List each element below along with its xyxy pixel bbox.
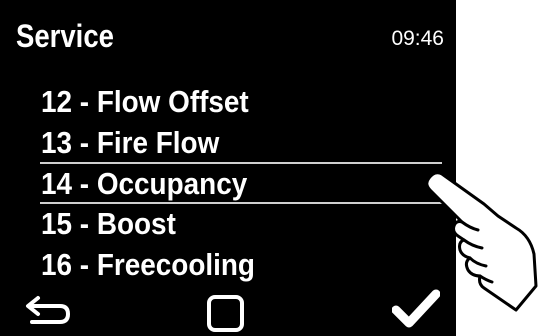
menu-item-fire-flow[interactable]: 13 - Fire Flow: [41, 127, 219, 158]
square-icon: [207, 295, 244, 332]
home-button[interactable]: [206, 294, 246, 334]
clock: 09:46: [391, 27, 444, 50]
selection-bottom-line: [40, 202, 442, 204]
page-title: Service: [16, 18, 114, 54]
pointing-hand-icon: [420, 170, 538, 325]
back-arrow-icon: [26, 296, 71, 324]
selection-top-line: [40, 162, 442, 164]
back-button[interactable]: [24, 290, 76, 330]
device-screen: Service 09:46 12 - Flow Offset 13 - Fire…: [0, 0, 456, 336]
menu-item-occupancy[interactable]: 14 - Occupancy: [41, 168, 247, 199]
menu-item-boost[interactable]: 15 - Boost: [41, 208, 176, 239]
menu-item-flow-offset[interactable]: 12 - Flow Offset: [41, 86, 249, 117]
menu-item-freecooling[interactable]: 16 - Freecooling: [41, 249, 255, 280]
